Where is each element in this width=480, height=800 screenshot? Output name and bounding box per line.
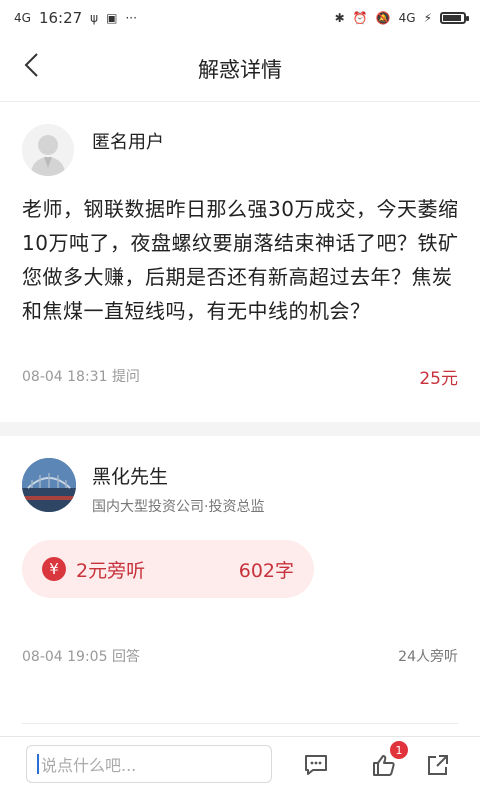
answer-meta: 08-04 19:05 回答 xyxy=(22,646,140,666)
listen-button[interactable]: ¥ 2元旁听 602字 xyxy=(22,540,314,598)
listener-count: 24人旁听 xyxy=(398,649,458,665)
page-title: 解惑详情 xyxy=(198,57,282,82)
question-price: 25元 xyxy=(419,369,458,389)
word-count: 602字 xyxy=(238,559,294,582)
question-text: 老师，钢联数据昨日那么强30万成交，今天萎缩10万吨了，夜盘螺纹要崩落结束神话了… xyxy=(22,197,459,323)
listen-label: 2元旁听 xyxy=(76,559,146,582)
yen-icon: ¥ xyxy=(42,557,66,581)
expert-name[interactable]: 黑化先生 xyxy=(92,462,168,489)
comment-input[interactable]: 说点什么吧... xyxy=(26,745,272,783)
status-time: 16:27 xyxy=(38,9,83,27)
answer-action: 回答 xyxy=(111,649,140,665)
answer-card: 黑化先生 国内大型投资公司·投资总监 ¥ 2元旁听 602字 08-04 19:… xyxy=(0,436,480,736)
network-indicator: 4G xyxy=(14,11,31,25)
status-bar: 4G 16:27 ψ ▣ ··· ✱ ⏰ 🔕 4G ⚡ xyxy=(0,0,480,36)
like-button[interactable]: 1 xyxy=(370,741,408,779)
comment-icon xyxy=(305,755,327,775)
navigation-bar: 解惑详情 xyxy=(0,36,480,102)
question-meta: 08-04 18:31 提问 xyxy=(22,366,140,386)
answer-time: 08-04 19:05 xyxy=(22,649,108,665)
expert-avatar[interactable] xyxy=(22,458,76,512)
usb-icon: ψ xyxy=(90,11,99,25)
asker-name[interactable]: 匿名用户 xyxy=(92,128,164,154)
notification-icon: ▣ xyxy=(106,11,118,25)
section-divider xyxy=(0,422,480,436)
text-caret xyxy=(37,754,39,774)
battery-icon xyxy=(440,12,469,24)
alarm-icon: ⏰ xyxy=(352,11,368,25)
share-icon xyxy=(428,755,448,775)
question-time: 08-04 18:31 xyxy=(22,369,108,385)
share-button[interactable] xyxy=(424,751,452,779)
stadium-photo-icon xyxy=(22,458,76,512)
chevron-left-icon xyxy=(24,53,38,77)
expert-title: 国内大型投资公司·投资总监 xyxy=(92,499,265,515)
user-silhouette-icon xyxy=(22,124,74,176)
signal-indicator: 4G xyxy=(398,11,416,25)
back-button[interactable] xyxy=(16,50,46,80)
bottom-bar: 说点什么吧... 1 xyxy=(0,736,480,800)
comment-placeholder: 说点什么吧... xyxy=(41,756,137,775)
mute-icon: 🔕 xyxy=(375,11,391,25)
divider-line xyxy=(22,723,458,724)
charging-icon: ⚡ xyxy=(423,11,432,25)
question-action: 提问 xyxy=(111,369,140,385)
anonymous-avatar[interactable] xyxy=(22,124,74,176)
comment-button[interactable] xyxy=(302,751,330,779)
like-count-badge: 1 xyxy=(390,741,408,759)
question-card: 匿名用户 老师，钢联数据昨日那么强30万成交，今天萎缩10万吨了，夜盘螺纹要崩落… xyxy=(0,102,480,422)
more-dots: ··· xyxy=(125,11,137,25)
bluetooth-icon: ✱ xyxy=(334,11,345,25)
